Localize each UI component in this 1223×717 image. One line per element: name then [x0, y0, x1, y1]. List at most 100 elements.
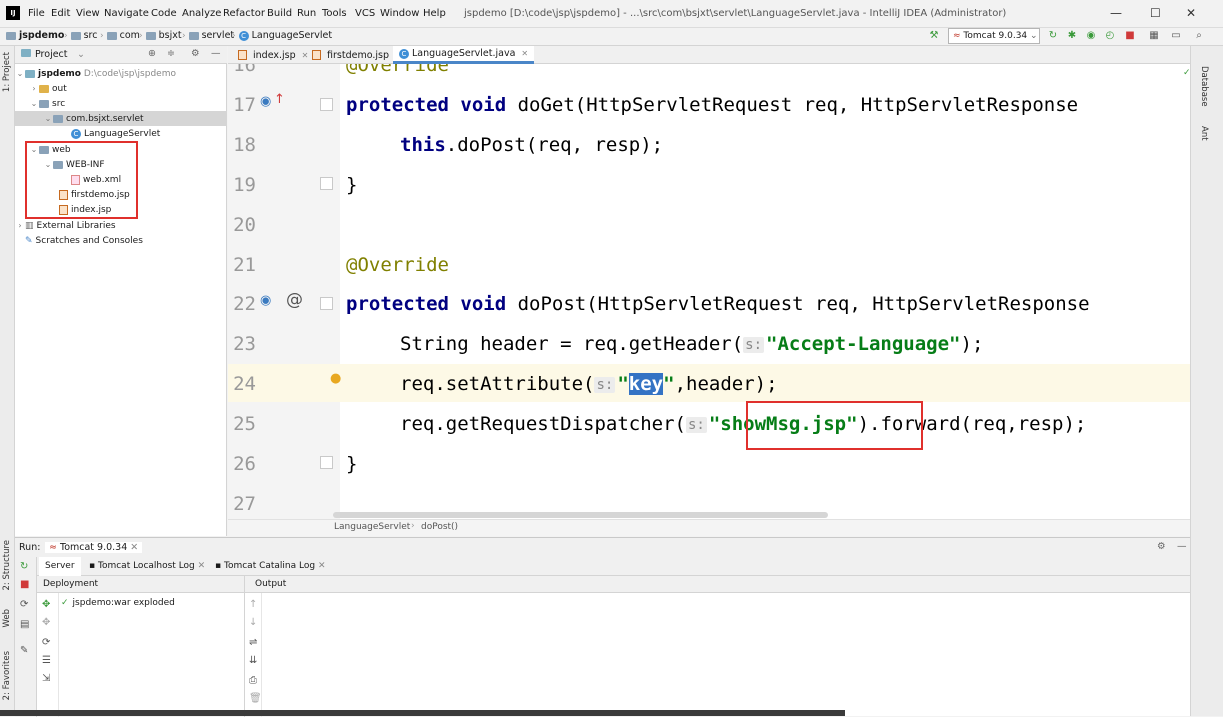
gear-icon[interactable]: ⚙ — [1157, 541, 1166, 552]
breadcrumb-servlet[interactable]: › servlet — [182, 30, 234, 41]
trash-icon[interactable]: 🗑 — [249, 693, 262, 704]
list-icon[interactable]: ☰ — [42, 655, 51, 666]
breadcrumb-com[interactable]: › com — [100, 30, 140, 41]
breadcrumb-class[interactable]: › C LanguageServlet — [232, 30, 332, 41]
profile-icon[interactable]: ◴ — [1104, 30, 1116, 42]
fold-toggle-icon[interactable] — [320, 177, 333, 190]
tool-tab-database[interactable]: Database — [1199, 66, 1209, 107]
menu-help[interactable]: Help — [423, 8, 446, 19]
menu-file[interactable]: File — [28, 8, 45, 19]
stop-icon[interactable]: ■ — [1124, 30, 1136, 42]
fold-toggle-icon[interactable] — [320, 456, 333, 469]
tree-item-external-libraries[interactable]: › ▥ External Libraries — [15, 218, 227, 233]
minimize-button[interactable]: — — [1110, 6, 1122, 20]
up-arrow-icon[interactable]: ↑ — [274, 92, 285, 107]
tree-item-src[interactable]: ⌄ src — [15, 96, 227, 111]
tab-localhost-log[interactable]: ▪ Tomcat Localhost Log ✕ — [83, 557, 211, 576]
project-structure-icon[interactable]: ▦ — [1148, 30, 1160, 42]
chevron-down-icon[interactable]: ⌄ — [77, 49, 85, 60]
fold-toggle-icon[interactable] — [320, 98, 333, 111]
tree-item-jspdemo[interactable]: ⌄ jspdemo D:\code\jsp\jspdemo — [15, 66, 227, 81]
undeploy-icon[interactable]: ✥ — [42, 617, 50, 628]
collapse-icon[interactable]: ≑ — [167, 48, 175, 59]
tree-item-scratches[interactable]: ✎ Scratches and Consoles — [15, 233, 227, 248]
rerun-icon[interactable]: ↻ — [1047, 30, 1059, 42]
project-header: Project ⌄ ⊕ ≑ ⚙ — — [15, 46, 227, 64]
menu-window[interactable]: Window — [380, 8, 419, 19]
run-configuration-select[interactable]: ≈ Tomcat 9.0.34 ⌄ — [948, 28, 1040, 44]
tree-item-languageservlet[interactable]: C LanguageServlet — [15, 126, 227, 141]
tab-catalina-log[interactable]: ▪ Tomcat Catalina Log ✕ — [209, 557, 332, 576]
breadcrumb-project[interactable]: jspdemo — [6, 30, 64, 41]
chevron-down-icon: ⌄ — [16, 69, 24, 78]
tree-item-out[interactable]: › out — [15, 81, 227, 96]
tool-tab-ant[interactable]: Ant — [1199, 126, 1209, 141]
override-marker-icon[interactable]: ◉ — [260, 293, 271, 308]
breadcrumb-class[interactable]: LanguageServlet — [334, 522, 410, 532]
at-sign-icon[interactable]: @ — [286, 290, 303, 310]
code-editor[interactable]: 16 17 18 19 20 21 22 23 24 25 26 27 ◉ ↑ … — [228, 64, 1190, 520]
menu-vcs[interactable]: VCS — [355, 8, 375, 19]
layout-icon[interactable]: ▭ — [1170, 30, 1182, 42]
tool-tab-favorites[interactable]: 2: Favorites — [2, 651, 12, 700]
search-everywhere-icon[interactable]: ⌕ — [1193, 30, 1205, 42]
deploy-icon[interactable]: ✥ — [42, 599, 50, 610]
output-toolbar: ↑ ↓ ⇌ ⇊ ⎙ 🗑 — [244, 593, 262, 717]
param-hint: s: — [594, 376, 616, 393]
tree-item-package[interactable]: ⌄ com.bsjxt.servlet — [15, 111, 227, 126]
maximize-button[interactable]: ☐ — [1150, 6, 1161, 20]
tool-tab-project[interactable]: 1: Project — [2, 52, 12, 92]
refresh-icon[interactable]: ⟳ — [20, 599, 28, 610]
line-number: 25 — [233, 413, 256, 435]
menu-edit[interactable]: Edit — [51, 8, 70, 19]
hide-icon[interactable]: — — [1177, 541, 1187, 552]
menu-refactor[interactable]: Refactor — [223, 8, 265, 19]
close-button[interactable]: ✕ — [1186, 6, 1196, 20]
tool-tab-structure[interactable]: 2: Structure — [2, 540, 12, 591]
close-tab-icon[interactable]: ✕ — [318, 561, 326, 571]
folder-icon — [6, 31, 16, 40]
project-view-select[interactable]: Project — [35, 49, 68, 60]
menu-view[interactable]: View — [76, 8, 100, 19]
horizontal-scrollbar[interactable] — [333, 512, 828, 518]
menu-code[interactable]: Code — [151, 8, 177, 19]
refresh-icon[interactable]: ⟳ — [42, 637, 50, 648]
scroll-to-end-icon[interactable]: ⇊ — [249, 655, 257, 666]
breadcrumb-method[interactable]: doPost() — [421, 522, 458, 532]
rerun-icon[interactable]: ↻ — [20, 561, 28, 572]
menu-navigate[interactable]: Navigate — [104, 8, 149, 19]
soft-wrap-icon[interactable]: ⇌ — [249, 637, 257, 648]
lightbulb-icon[interactable]: ● — [330, 371, 341, 386]
hide-icon[interactable]: — — [211, 48, 221, 59]
pin-icon[interactable]: ✎ — [20, 645, 28, 656]
up-arrow-icon[interactable]: ↑ — [249, 599, 257, 610]
build-hammer-icon[interactable]: ⚒ — [928, 30, 940, 42]
override-marker-icon[interactable]: ◉ — [260, 94, 271, 109]
print-icon[interactable]: ⎙ — [249, 675, 257, 686]
breadcrumb-src[interactable]: › src — [64, 30, 97, 41]
menu-build[interactable]: Build — [267, 8, 292, 19]
down-arrow-icon[interactable]: ↓ — [249, 617, 257, 628]
deployment-item[interactable]: ✓ jspdemo:war exploded — [61, 598, 175, 608]
stop-icon[interactable]: ■ — [20, 579, 29, 590]
menu-tools[interactable]: Tools — [322, 8, 347, 19]
tab-server[interactable]: Server — [39, 557, 81, 576]
param-hint: s: — [685, 416, 707, 433]
layout-icon[interactable]: ▤ — [20, 619, 29, 630]
close-tab-icon[interactable]: ✕ — [521, 49, 528, 58]
tab-index-jsp[interactable]: index.jsp ✕ — [232, 46, 314, 64]
menu-analyze[interactable]: Analyze — [182, 8, 221, 19]
breadcrumb-bsjxt[interactable]: › bsjxt — [139, 30, 182, 41]
debug-icon[interactable]: ✱ — [1066, 30, 1078, 42]
close-tab-icon[interactable]: ✕ — [198, 561, 206, 571]
close-tab-icon[interactable]: ✕ — [130, 542, 138, 553]
export-icon[interactable]: ⇲ — [42, 673, 50, 684]
tool-tab-web[interactable]: Web — [2, 609, 12, 628]
menu-run[interactable]: Run — [297, 8, 316, 19]
gear-icon[interactable]: ⚙ — [191, 48, 200, 59]
locate-icon[interactable]: ⊕ — [148, 48, 156, 59]
tab-languageservlet-java[interactable]: C LanguageServlet.java ✕ — [393, 46, 535, 64]
fold-toggle-icon[interactable] — [320, 297, 333, 310]
run-config-tab[interactable]: ≈ Tomcat 9.0.34 ✕ — [45, 542, 143, 553]
coverage-icon[interactable]: ◉ — [1085, 30, 1097, 42]
